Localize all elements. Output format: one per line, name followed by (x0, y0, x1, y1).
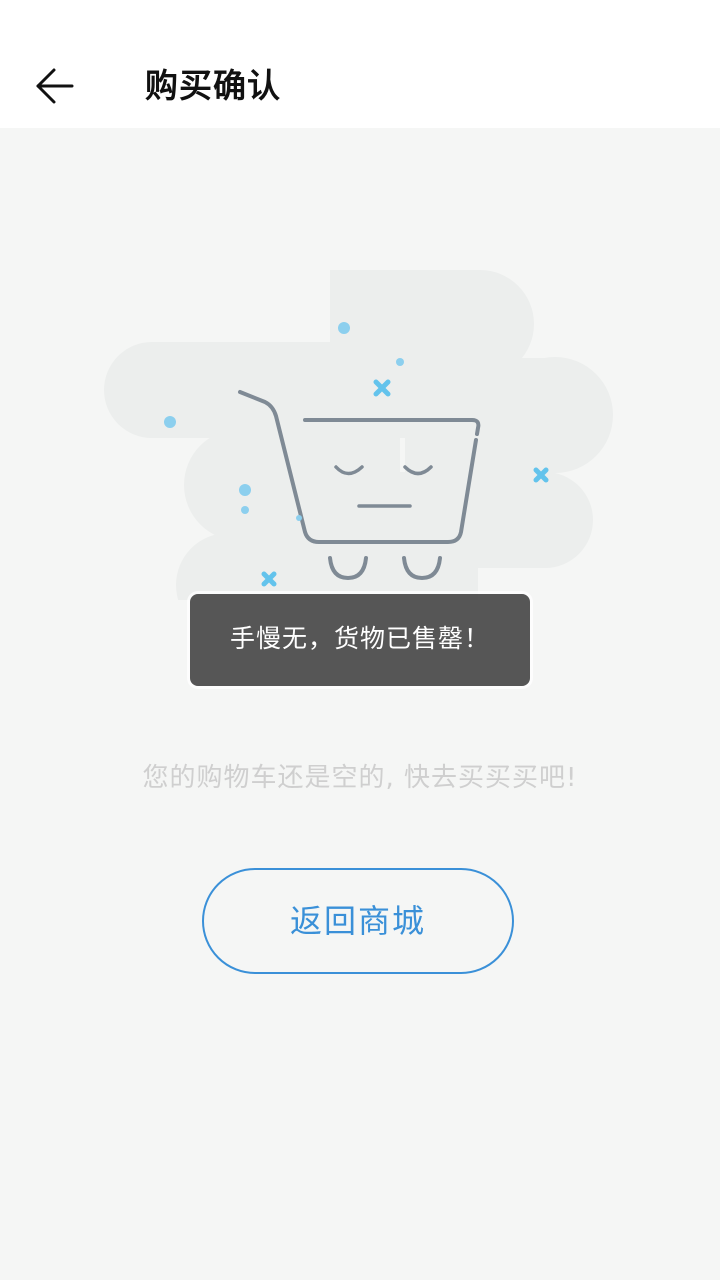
page-title: 购买确认 (145, 66, 281, 105)
top-bar: 购买确认 (0, 0, 720, 128)
cloud-background-shape (104, 270, 613, 637)
sad-shopping-cart-icon (104, 270, 613, 637)
empty-cart-message: 您的购物车还是空的, 快去买买买吧! (142, 763, 578, 793)
return-to-shop-button[interactable]: 返回商城 (202, 868, 514, 974)
sold-out-toast: 手慢无，货物已售罄！ (190, 594, 530, 686)
empty-cart-illustration (100, 260, 620, 637)
back-button[interactable] (22, 58, 86, 114)
arrow-left-icon (36, 68, 74, 104)
